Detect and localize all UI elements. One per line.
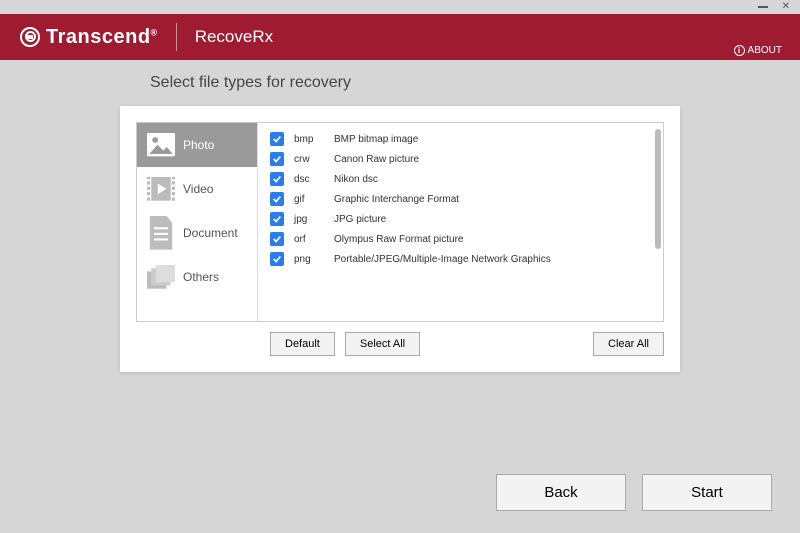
footer-buttons: Back Start [496, 474, 772, 511]
brand-name: Transcend® [46, 26, 158, 49]
photo-icon [147, 133, 175, 157]
about-link[interactable]: i ABOUT [734, 45, 782, 56]
file-row: bmpBMP bitmap image [258, 129, 663, 149]
checkbox[interactable] [270, 192, 284, 206]
checkbox[interactable] [270, 132, 284, 146]
file-ext: crw [294, 154, 334, 165]
file-desc: Portable/JPEG/Multiple-Image Network Gra… [334, 254, 551, 265]
select-all-button[interactable]: Select All [345, 332, 420, 356]
page-title: Select file types for recovery [0, 60, 800, 106]
file-ext: png [294, 254, 334, 265]
category-tabs: Photo Video Document Others [137, 123, 257, 321]
header-divider [176, 23, 177, 51]
file-ext: dsc [294, 174, 334, 185]
default-button[interactable]: Default [270, 332, 335, 356]
file-row: pngPortable/JPEG/Multiple-Image Network … [258, 249, 663, 269]
checkbox[interactable] [270, 172, 284, 186]
main-panel: Photo Video Document Others [120, 106, 680, 372]
clear-all-button[interactable]: Clear All [593, 332, 664, 356]
tab-photo[interactable]: Photo [137, 123, 257, 167]
window-titlebar: ✕ [0, 0, 800, 14]
file-ext: orf [294, 234, 334, 245]
tab-document[interactable]: Document [137, 211, 257, 255]
file-desc: JPG picture [334, 214, 386, 225]
app-name: RecoveRx [195, 27, 273, 47]
file-row: dscNikon dsc [258, 169, 663, 189]
tab-label: Others [183, 270, 219, 284]
file-desc: BMP bitmap image [334, 134, 418, 145]
file-ext: bmp [294, 134, 334, 145]
file-ext: gif [294, 194, 334, 205]
others-icon [147, 265, 175, 289]
file-desc: Nikon dsc [334, 174, 378, 185]
tab-label: Video [183, 182, 213, 196]
checkbox[interactable] [270, 232, 284, 246]
video-icon [147, 177, 175, 201]
brand-logo-icon [20, 27, 40, 47]
checkbox[interactable] [270, 252, 284, 266]
checkbox[interactable] [270, 152, 284, 166]
file-desc: Olympus Raw Format picture [334, 234, 463, 245]
file-list: bmpBMP bitmap imagecrwCanon Raw pictured… [258, 123, 663, 321]
tab-label: Photo [183, 138, 214, 152]
file-desc: Graphic Interchange Format [334, 194, 459, 205]
document-icon [147, 221, 175, 245]
file-desc: Canon Raw picture [334, 154, 419, 165]
info-icon: i [734, 45, 745, 56]
tab-video[interactable]: Video [137, 167, 257, 211]
file-row: jpgJPG picture [258, 209, 663, 229]
file-ext: jpg [294, 214, 334, 225]
minimize-icon[interactable] [758, 6, 768, 8]
app-header: Transcend® RecoveRx i ABOUT [0, 14, 800, 60]
close-icon[interactable]: ✕ [782, 2, 790, 12]
file-row: gifGraphic Interchange Format [258, 189, 663, 209]
file-row: orfOlympus Raw Format picture [258, 229, 663, 249]
file-list-container: bmpBMP bitmap imagecrwCanon Raw pictured… [257, 123, 663, 321]
tab-label: Document [183, 226, 238, 240]
scrollbar-thumb[interactable] [655, 129, 661, 249]
file-row: crwCanon Raw picture [258, 149, 663, 169]
brand: Transcend® [20, 26, 158, 49]
start-button[interactable]: Start [642, 474, 772, 511]
checkbox[interactable] [270, 212, 284, 226]
tab-others[interactable]: Others [137, 255, 257, 299]
back-button[interactable]: Back [496, 474, 626, 511]
